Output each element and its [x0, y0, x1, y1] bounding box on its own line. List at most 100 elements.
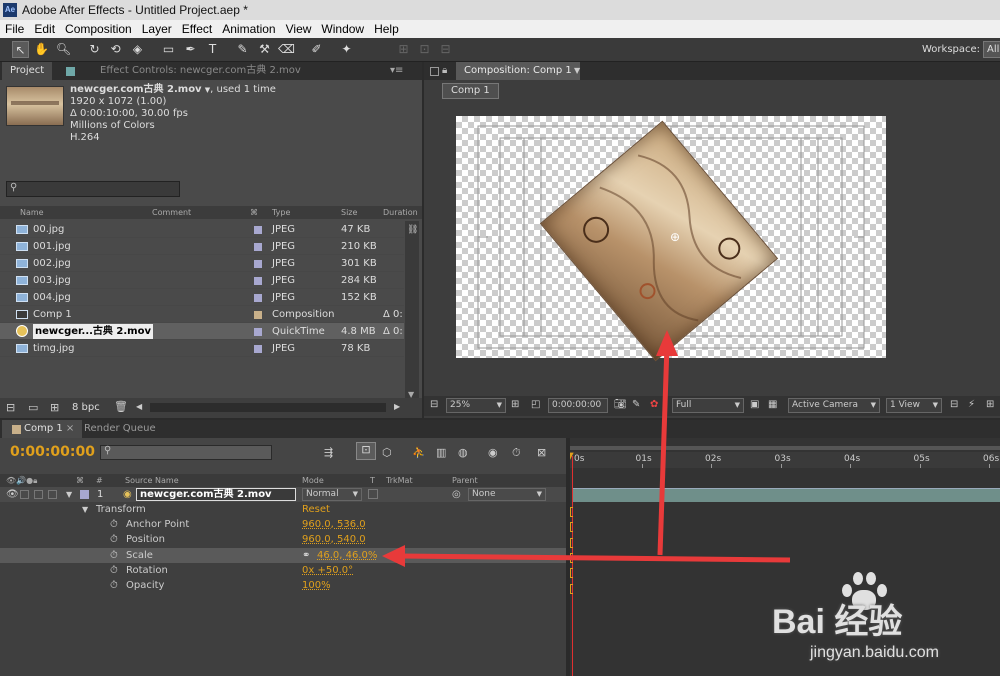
expand-layer-icon[interactable]: ▼ — [66, 487, 72, 502]
brush-tool-icon[interactable]: ✎ — [234, 41, 251, 58]
tab-composition[interactable]: Composition: Comp 1 — [456, 62, 580, 80]
audio-toggle[interactable] — [20, 490, 29, 499]
auto-keyframe-icon[interactable]: ⏱ — [512, 446, 521, 460]
keyframe-navigator-marker[interactable] — [570, 583, 573, 594]
roto-brush-tool-icon[interactable]: ✐ — [308, 41, 325, 58]
property-value[interactable]: 46.0, 46.0% — [317, 548, 377, 563]
col-duration[interactable]: Duration — [383, 206, 418, 219]
project-item-row[interactable]: 004.jpg JPEG 152 KB — [0, 289, 404, 306]
item-label-swatch[interactable] — [254, 243, 262, 251]
draft-3d-icon[interactable]: ⬡ — [382, 446, 392, 459]
rectangle-mask-tool-icon[interactable]: ▭ — [160, 41, 177, 58]
current-time-display[interactable]: 0:00:00:00 — [10, 444, 95, 460]
item-label-swatch[interactable] — [254, 226, 262, 234]
col-name[interactable]: Name — [20, 206, 44, 219]
keyframe-navigator-marker[interactable] — [570, 507, 573, 517]
anchor-point-icon[interactable]: ⊕ — [668, 230, 682, 244]
comp-lock-icon[interactable] — [430, 67, 439, 76]
transform-group-row[interactable]: ▼ Transform Reset — [0, 502, 566, 517]
stopwatch-icon[interactable]: ⏱ — [110, 548, 118, 563]
property-value[interactable]: 960.0, 536.0 — [302, 517, 366, 532]
project-item-row[interactable]: 003.jpg JPEG 284 KB — [0, 272, 404, 289]
transparency-grid-icon[interactable]: ▦ — [768, 399, 777, 410]
panel-divider[interactable] — [566, 438, 570, 676]
menu-edit[interactable]: Edit — [29, 20, 60, 38]
layer-name-field[interactable]: newcger.com古典 2.mov — [136, 488, 296, 501]
pick-whip-icon[interactable]: ◎ — [452, 487, 461, 502]
layer-duration-bar[interactable] — [572, 488, 1000, 502]
item-label-swatch[interactable] — [254, 294, 262, 302]
keyframe-navigator-marker[interactable] — [570, 568, 573, 579]
project-item-row[interactable]: 002.jpg JPEG 301 KB — [0, 255, 404, 272]
col-type[interactable]: Type — [272, 206, 290, 219]
work-area-bar[interactable] — [566, 446, 1000, 450]
item-label-swatch[interactable] — [254, 260, 262, 268]
flowchart-icon[interactable]: ⛓ — [407, 225, 418, 235]
close-tab-icon[interactable]: × — [66, 423, 74, 434]
constrain-proportions-icon[interactable]: ⚭ — [302, 548, 310, 563]
tab-render-queue[interactable]: Render Queue — [84, 420, 156, 438]
timeline-search-input[interactable]: ⚲ — [100, 445, 272, 460]
transform-reset-link[interactable]: Reset — [302, 502, 330, 517]
col-source-name[interactable]: Source Name — [125, 474, 179, 487]
menu-file[interactable]: File — [0, 20, 29, 38]
pan-behind-tool-icon[interactable]: ◈ — [129, 41, 146, 58]
property-row-position[interactable]: ⏱ Position 960.0, 540.0 — [0, 532, 566, 547]
frame-blending-icon[interactable]: ▥ — [436, 446, 446, 459]
stopwatch-icon[interactable]: ⏱ — [110, 532, 118, 547]
live-update-icon[interactable]: ⊡ — [356, 442, 376, 460]
col-size[interactable]: Size — [341, 206, 357, 219]
brainstorm-icon[interactable]: ◉ — [488, 446, 498, 459]
new-composition-icon[interactable]: ⊞ — [50, 401, 59, 414]
col-trkmat[interactable]: TrkMat — [386, 474, 413, 487]
expand-transform-icon[interactable]: ▼ — [82, 502, 88, 517]
type-tool-icon[interactable]: T — [204, 41, 221, 58]
selection-tool-icon[interactable]: ↖ — [12, 41, 29, 58]
item-label-swatch[interactable] — [254, 328, 262, 336]
visibility-eye-icon[interactable]: 👁︎ — [6, 487, 19, 502]
comp-tab-dropdown-icon[interactable]: ▼ — [574, 62, 580, 80]
graph-editor-icon[interactable]: ⊠ — [537, 446, 546, 459]
camera-dropdown[interactable]: Active Camera ▼ — [788, 398, 880, 413]
col-parent[interactable]: Parent — [452, 474, 478, 487]
property-value[interactable]: 960.0, 540.0 — [302, 532, 366, 547]
always-preview-icon[interactable]: ⊟ — [430, 399, 438, 410]
menu-composition[interactable]: Composition — [60, 20, 137, 38]
col-t[interactable]: T — [370, 474, 375, 487]
project-item-row[interactable]: 001.jpg JPEG 210 KB — [0, 238, 404, 255]
project-item-row[interactable]: timg.jpg JPEG 78 KB — [0, 340, 404, 357]
property-value[interactable]: 0x +50.0° — [302, 563, 353, 578]
tab-effect-controls[interactable]: Effect Controls: newcger.com古典 2.mov — [100, 62, 301, 80]
hide-shy-layers-icon[interactable]: ⛹ — [412, 446, 426, 459]
layer-label-swatch[interactable] — [80, 490, 89, 499]
rotation-tool-icon[interactable]: ↻ — [86, 41, 103, 58]
pen-tool-icon[interactable]: ✒ — [182, 41, 199, 58]
pixel-aspect-icon[interactable]: ⊟ — [950, 399, 958, 410]
comp-breadcrumb[interactable]: Comp 1 — [442, 83, 499, 99]
property-value[interactable]: 100% — [302, 578, 331, 593]
clone-stamp-tool-icon[interactable]: ⚒ — [256, 41, 273, 58]
menu-view[interactable]: View — [281, 20, 317, 38]
solo-toggle[interactable] — [34, 490, 43, 499]
col-mode[interactable]: Mode — [302, 474, 324, 487]
layer-row[interactable]: 👁︎ ▼ 1 ◉ newcger.com古典 2.mov Normal ▼ ◎ N… — [0, 487, 566, 502]
project-list-scrollbar[interactable]: ⛓ ▼ — [405, 221, 419, 401]
stopwatch-icon[interactable]: ⏱ — [110, 517, 118, 532]
panel-lock-icon[interactable]: 🔒︎ — [442, 62, 447, 80]
comp-mini-flowchart-icon[interactable]: ⇶ — [324, 446, 333, 459]
property-row-scale[interactable]: ⏱ Scale ⚭ 46.0, 46.0% — [0, 547, 566, 563]
stopwatch-icon[interactable]: ⏱ — [110, 563, 118, 578]
resolution-dropdown[interactable]: Full ▼ — [672, 398, 744, 413]
project-item-row[interactable]: newcger...古典 2.mov QuickTime 4.8 MB Δ 0: — [0, 323, 404, 340]
menu-layer[interactable]: Layer — [137, 20, 177, 38]
workspace-dropdown[interactable]: All — [983, 41, 1000, 58]
property-row-anchor-point[interactable]: ⏱ Anchor Point 960.0, 536.0 — [0, 517, 566, 532]
current-time-field[interactable]: 0:00:00:00 — [548, 398, 608, 413]
col-layer-number[interactable]: # — [96, 474, 103, 487]
menu-animation[interactable]: Animation — [217, 20, 280, 38]
channel-rgb-icon[interactable]: ✿ — [650, 399, 658, 410]
horizontal-scrollbar[interactable] — [150, 403, 386, 412]
menu-help[interactable]: Help — [369, 20, 404, 38]
magnification-dropdown[interactable]: 25% ▼ — [446, 398, 506, 413]
puppet-pin-tool-icon[interactable]: ✦ — [338, 41, 355, 58]
